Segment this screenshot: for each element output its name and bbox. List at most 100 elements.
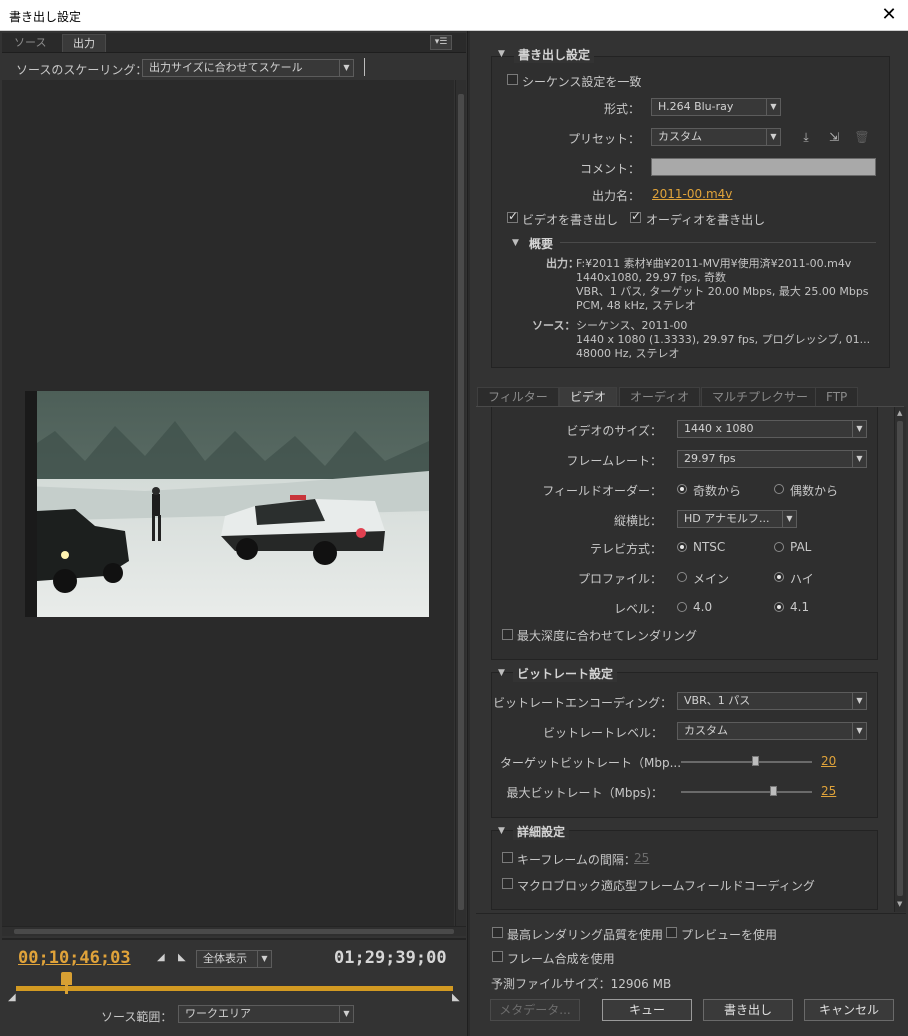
frame-blend-label: フレーム合成を使用 [507, 952, 615, 966]
tab-filter[interactable]: フィルター [477, 387, 559, 406]
collapse-triangle-icon[interactable]: ▼ [498, 668, 505, 678]
comment-input[interactable] [651, 158, 876, 176]
settings-vscrollbar[interactable]: ▲ ▼ [894, 407, 906, 912]
match-sequence-checkbox[interactable] [507, 74, 518, 85]
target-bitrate-handle[interactable] [751, 756, 759, 766]
chevron-down-icon: ▼ [766, 99, 780, 115]
target-bitrate-label: ターゲットビットレート（Mbp... [500, 756, 682, 770]
keyframe-checkbox[interactable] [502, 852, 513, 863]
max-depth-checkbox[interactable] [502, 629, 513, 640]
scroll-down-icon[interactable]: ▼ [897, 900, 902, 908]
playhead-icon[interactable] [61, 972, 72, 985]
delete-preset-icon[interactable]: 🗑 [854, 130, 870, 144]
format-dropdown[interactable]: H.264 Blu-ray ▼ [651, 98, 781, 116]
use-preview-checkbox[interactable] [666, 927, 677, 938]
scaling-dropdown[interactable]: 出力サイズに合わせてスケール ▼ [142, 59, 354, 77]
source-range-dropdown[interactable]: ワークエリア ▼ [178, 1005, 354, 1023]
field-even-label: 偶数から [790, 484, 839, 498]
import-preset-icon[interactable]: ⇲ [826, 130, 842, 144]
macroblock-label: マクロブロック適応型フレームフィールドコーディング [517, 879, 815, 893]
zoom-dropdown[interactable]: 全体表示 ▼ [196, 950, 272, 968]
collapse-triangle-icon[interactable]: ▼ [498, 826, 505, 836]
level-40-label: 4.0 [693, 600, 713, 614]
export-video-checkbox[interactable] [507, 209, 518, 223]
tab-output[interactable]: 出力 [62, 34, 106, 52]
work-area-bar[interactable] [16, 986, 453, 991]
video-size-value: 1440 x 1080 [684, 422, 754, 435]
save-preset-icon[interactable]: ⤓ [798, 130, 814, 144]
collapse-triangle-icon[interactable]: ▼ [512, 238, 519, 248]
max-bitrate-slider[interactable] [681, 791, 812, 793]
panel-menu-icon[interactable]: ▾☰ [430, 35, 452, 50]
field-even-radio[interactable] [774, 484, 784, 494]
preset-value: カスタム [658, 130, 702, 143]
tab-audio[interactable]: オーディオ [619, 387, 701, 406]
profile-high-radio[interactable] [774, 572, 784, 582]
estimated-size: 予測ファイルサイズ：12906 MB [491, 977, 672, 991]
level-40-radio[interactable] [677, 602, 687, 612]
cancel-button[interactable]: キャンセル [804, 999, 894, 1021]
current-timecode[interactable]: 00;10;46;03 [18, 948, 131, 968]
level-41-radio[interactable] [774, 602, 784, 612]
max-depth-label: 最大深度に合わせてレンダリング [517, 629, 698, 643]
tab-source[interactable]: ソース [4, 34, 56, 52]
keyframe-label: キーフレームの間隔： [517, 853, 636, 867]
preset-label: プリセット： [567, 132, 640, 146]
frame-blend-checkbox[interactable] [492, 951, 503, 962]
bitrate-level-value: カスタム [684, 724, 728, 737]
framerate-value: 29.97 fps [684, 452, 736, 465]
max-quality-checkbox[interactable] [492, 927, 503, 938]
profile-main-radio[interactable] [677, 572, 687, 582]
cursor-divider [364, 58, 365, 76]
set-in-point-icon[interactable]: ◢ [157, 952, 165, 963]
tab-ftp[interactable]: FTP [815, 387, 859, 406]
export-audio-checkbox[interactable] [630, 209, 641, 223]
advanced-settings-group [491, 830, 878, 910]
summary-rule [560, 242, 876, 243]
output-name-link[interactable]: 2011-00.m4v [652, 187, 732, 201]
field-odd-radio[interactable] [677, 484, 687, 494]
macroblock-checkbox[interactable] [502, 878, 513, 889]
set-out-point-icon[interactable]: ◣ [178, 952, 186, 963]
scroll-up-icon[interactable]: ▲ [897, 409, 902, 417]
profile-main-label: メイン [693, 572, 730, 586]
tv-ntsc-radio[interactable] [677, 542, 687, 552]
metadata-button[interactable]: メタデータ... [490, 999, 580, 1021]
in-point-marker-icon[interactable]: ◢ [8, 992, 16, 1003]
queue-button[interactable]: キュー [602, 999, 692, 1021]
tv-ntsc-label: NTSC [693, 540, 726, 554]
level-41-label: 4.1 [790, 600, 810, 614]
format-label: 形式： [603, 102, 640, 116]
max-bitrate-value[interactable]: 25 [821, 784, 836, 798]
out-point-marker-icon[interactable]: ◣ [452, 992, 460, 1003]
chevron-down-icon: ▼ [257, 951, 271, 967]
video-settings-group [491, 407, 878, 660]
export-button[interactable]: 書き出し [703, 999, 793, 1021]
video-size-dropdown[interactable]: 1440 x 1080 ▼ [677, 420, 867, 438]
total-timecode: 01;29;39;00 [334, 948, 447, 968]
preview-hscrollbar[interactable] [2, 926, 466, 936]
chevron-down-icon: ▼ [766, 129, 780, 145]
tv-pal-radio[interactable] [774, 542, 784, 552]
aspect-dropdown[interactable]: HD アナモルフ... ▼ [677, 510, 797, 528]
collapse-triangle-icon[interactable]: ▼ [498, 49, 505, 59]
use-preview-label: プレビューを使用 [681, 928, 778, 942]
preset-dropdown[interactable]: カスタム ▼ [651, 128, 781, 146]
max-bitrate-handle[interactable] [770, 786, 777, 796]
close-icon[interactable]: ✕ [876, 3, 902, 27]
target-bitrate-slider[interactable] [681, 761, 812, 763]
preview-vscrollbar[interactable] [455, 80, 466, 926]
hscroll-thumb[interactable] [14, 929, 454, 934]
keyframe-value[interactable]: 25 [634, 851, 649, 865]
scroll-thumb[interactable] [458, 94, 464, 910]
bitrate-encoding-dropdown[interactable]: VBR、1 パス ▼ [677, 692, 867, 710]
output-summary-key: 出力： [546, 257, 579, 270]
scaling-value: 出力サイズに合わせてスケール [149, 61, 303, 74]
target-bitrate-value[interactable]: 20 [821, 754, 836, 768]
bitrate-level-dropdown[interactable]: カスタム ▼ [677, 722, 867, 740]
scroll-thumb[interactable] [897, 421, 903, 896]
framerate-dropdown[interactable]: 29.97 fps ▼ [677, 450, 867, 468]
video-size-label: ビデオのサイズ： [566, 424, 662, 438]
tab-video[interactable]: ビデオ [559, 387, 618, 406]
tab-multiplexer[interactable]: マルチプレクサー [701, 387, 820, 406]
